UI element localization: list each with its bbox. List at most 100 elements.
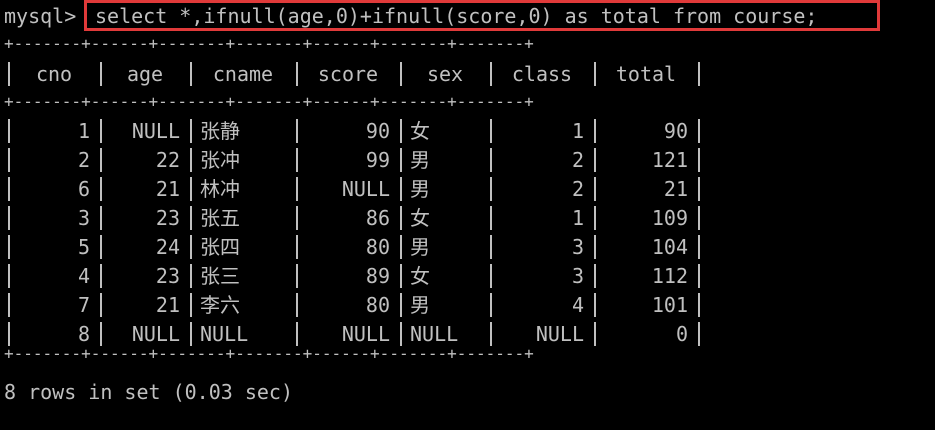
row-0-separator-4 — [400, 119, 402, 143]
header-separator-7 — [698, 62, 700, 86]
table-cell: 5 — [77, 235, 90, 259]
table-cell: 109 — [651, 206, 688, 230]
column-header-score: score — [317, 62, 379, 86]
table-cell: 23 — [155, 206, 180, 230]
rows-summary: 8 rows in set (0.03 sec) — [4, 380, 293, 404]
row-7-separator-6 — [594, 322, 596, 346]
table-border-top: +-------+------+-------+-------+------+-… — [4, 34, 534, 53]
row-4-separator-3 — [296, 235, 298, 259]
table-cell: 6 — [77, 177, 90, 201]
row-7-separator-3 — [296, 322, 298, 346]
row-0-separator-0 — [8, 119, 10, 143]
header-separator-2 — [190, 62, 192, 86]
row-3-separator-2 — [190, 206, 192, 230]
table-cell: 女 — [410, 119, 430, 143]
table-cell: 21 — [155, 293, 180, 317]
table-cell: NULL — [131, 322, 180, 346]
row-2-separator-4 — [400, 177, 402, 201]
row-7-separator-4 — [400, 322, 402, 346]
row-0-separator-2 — [190, 119, 192, 143]
row-5-separator-3 — [296, 264, 298, 288]
table-cell: NULL — [410, 322, 459, 346]
table-cell: 1 — [77, 119, 90, 143]
row-5-separator-7 — [698, 264, 700, 288]
row-4-separator-7 — [698, 235, 700, 259]
table-cell: 23 — [155, 264, 180, 288]
column-header-sex: sex — [426, 62, 464, 86]
row-4-separator-4 — [400, 235, 402, 259]
row-6-separator-6 — [594, 293, 596, 317]
table-cell: 0 — [675, 322, 688, 346]
row-1-separator-4 — [400, 148, 402, 172]
row-6-separator-3 — [296, 293, 298, 317]
table-cell: 80 — [365, 235, 390, 259]
column-header-age: age — [126, 62, 164, 86]
table-cell: 22 — [155, 148, 180, 172]
row-5-separator-5 — [490, 264, 492, 288]
row-2-separator-5 — [490, 177, 492, 201]
table-cell: 男 — [410, 235, 430, 259]
row-3-separator-0 — [8, 206, 10, 230]
row-5-separator-2 — [190, 264, 192, 288]
row-1-separator-3 — [296, 148, 298, 172]
row-6-separator-4 — [400, 293, 402, 317]
table-cell: 4 — [571, 293, 584, 317]
row-6-separator-5 — [490, 293, 492, 317]
table-cell: NULL — [131, 119, 180, 143]
table-cell: 86 — [365, 206, 390, 230]
table-cell: 112 — [651, 264, 688, 288]
table-cell: 90 — [663, 119, 688, 143]
table-cell: NULL — [341, 177, 390, 201]
row-0-separator-1 — [100, 119, 102, 143]
row-2-separator-1 — [100, 177, 102, 201]
table-cell: 女 — [410, 264, 430, 288]
table-cell: 21 — [155, 177, 180, 201]
row-1-separator-1 — [100, 148, 102, 172]
row-6-separator-2 — [190, 293, 192, 317]
table-cell: NULL — [535, 322, 584, 346]
column-header-cname: cname — [212, 62, 274, 86]
table-cell: 4 — [77, 264, 90, 288]
row-3-separator-5 — [490, 206, 492, 230]
table-cell: 121 — [651, 148, 688, 172]
row-1-separator-2 — [190, 148, 192, 172]
table-cell: 24 — [155, 235, 180, 259]
table-cell: 21 — [663, 177, 688, 201]
column-header-total: total — [615, 62, 677, 86]
table-cell: 1 — [571, 119, 584, 143]
table-cell: 张三 — [200, 264, 240, 288]
row-4-separator-6 — [594, 235, 596, 259]
row-2-separator-6 — [594, 177, 596, 201]
row-4-separator-2 — [190, 235, 192, 259]
sql-command: select *,ifnull(age,0)+ifnull(score,0) a… — [95, 4, 818, 28]
row-7-separator-7 — [698, 322, 700, 346]
row-5-separator-4 — [400, 264, 402, 288]
row-3-separator-7 — [698, 206, 700, 230]
row-4-separator-1 — [100, 235, 102, 259]
table-cell: 2 — [571, 177, 584, 201]
header-separator-3 — [296, 62, 298, 86]
row-2-separator-0 — [8, 177, 10, 201]
table-cell: NULL — [341, 322, 390, 346]
table-cell: 1 — [571, 206, 584, 230]
column-header-cno: cno — [35, 62, 73, 86]
row-0-separator-5 — [490, 119, 492, 143]
table-cell: 张五 — [200, 206, 240, 230]
mysql-prompt: mysql> — [4, 4, 77, 28]
table-cell: 男 — [410, 177, 430, 201]
table-cell: 89 — [365, 264, 390, 288]
header-separator-1 — [100, 62, 102, 86]
row-0-separator-7 — [698, 119, 700, 143]
table-cell: NULL — [200, 322, 249, 346]
row-4-separator-5 — [490, 235, 492, 259]
table-cell: 90 — [365, 119, 390, 143]
row-3-separator-1 — [100, 206, 102, 230]
table-cell: 3 — [571, 264, 584, 288]
header-separator-6 — [594, 62, 596, 86]
row-7-separator-1 — [100, 322, 102, 346]
table-cell: 2 — [77, 148, 90, 172]
table-cell: 2 — [571, 148, 584, 172]
table-border-header: +-------+------+-------+-------+------+-… — [4, 92, 534, 111]
row-6-separator-7 — [698, 293, 700, 317]
header-separator-4 — [400, 62, 402, 86]
